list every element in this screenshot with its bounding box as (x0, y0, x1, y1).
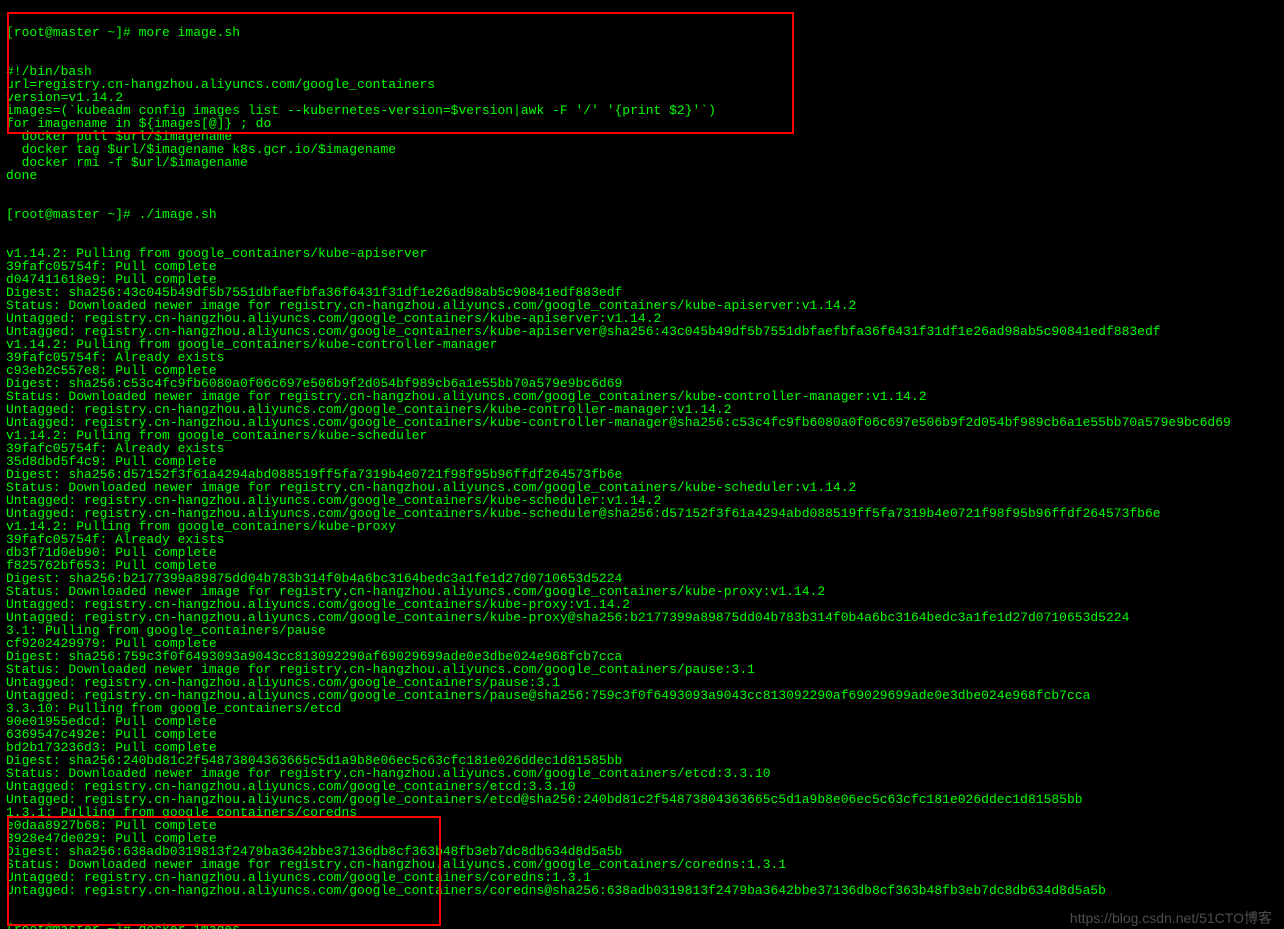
script-block: #!/bin/bashurl=registry.cn-hangzhou.aliy… (6, 65, 1278, 182)
script-line: url=registry.cn-hangzhou.aliyuncs.com/go… (6, 78, 1278, 91)
prompt-run: [root@master ~]# ./image.sh (6, 208, 1278, 221)
prompt-more: [root@master ~]# more image.sh (6, 26, 1278, 39)
terminal[interactable]: [root@master ~]# more image.sh #!/bin/ba… (0, 0, 1284, 929)
script-line: done (6, 169, 1278, 182)
watermark: https://blog.csdn.net/51CTO博客 (1070, 912, 1272, 925)
output-line: Untagged: registry.cn-hangzhou.aliyuncs.… (6, 884, 1278, 897)
script-line: docker rmi -f $url/$imagename (6, 156, 1278, 169)
pull-output: v1.14.2: Pulling from google_containers/… (6, 247, 1278, 897)
